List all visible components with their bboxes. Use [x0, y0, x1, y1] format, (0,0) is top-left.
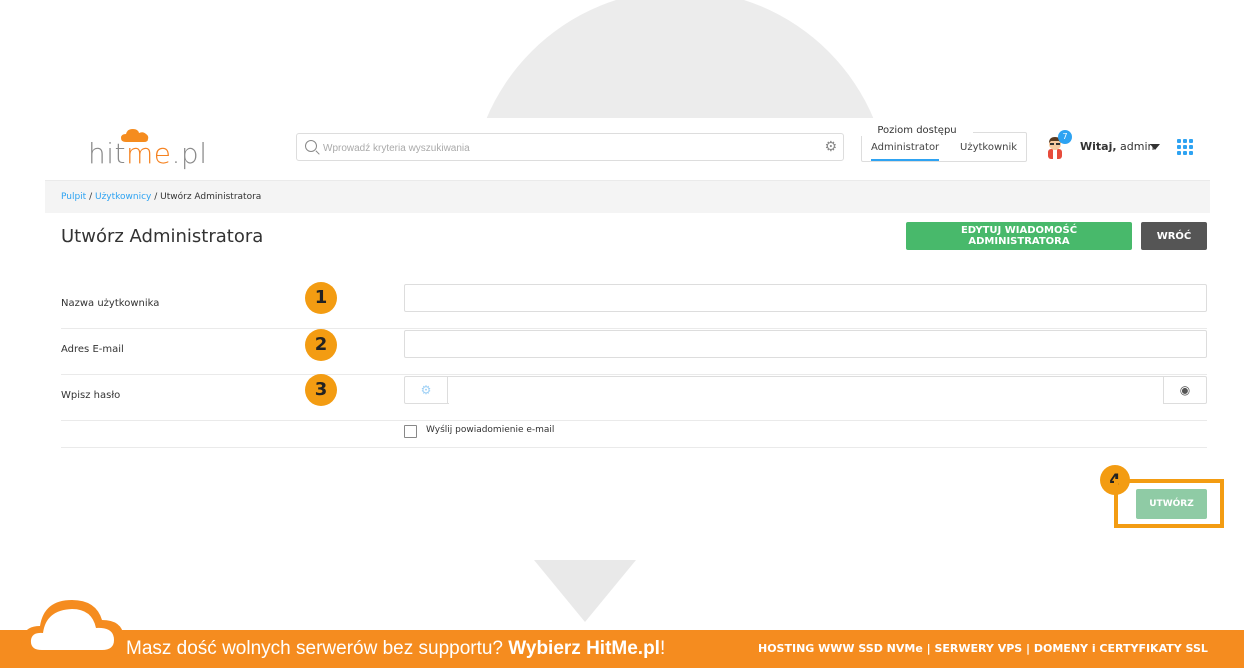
username-label: Nazwa użytkownika [61, 298, 160, 309]
create-button[interactable]: UTWÓRZ [1136, 489, 1207, 519]
email-input[interactable] [404, 330, 1207, 358]
form-row-username: Nazwa użytkownika [61, 282, 1207, 329]
breadcrumb-bar: Pulpit / Użytkownicy / Utwórz Administra… [45, 180, 1210, 213]
password-label: Wpisz hasło [61, 390, 121, 401]
back-button[interactable]: WRÓĆ [1141, 222, 1207, 250]
logo-text: hitme.pl [88, 137, 208, 170]
password-field: ⚙ ◉ [404, 376, 1207, 404]
page-title: Utwórz Administratora [61, 226, 264, 247]
send-email-label[interactable]: Wyślij powiadomienie e-mail [426, 425, 554, 435]
form-row-notify: Wyślij powiadomienie e-mail [61, 415, 1207, 448]
step-marker-1: 1 [305, 282, 337, 314]
access-level-switch: Poziom dostępu Administrator Użytkownik [861, 122, 1027, 162]
search-icon [305, 140, 317, 152]
step-marker-3: 3 [305, 374, 337, 406]
password-input[interactable] [449, 378, 1163, 404]
apps-grid-icon[interactable] [1177, 139, 1193, 155]
notification-badge[interactable]: 7 [1058, 130, 1072, 144]
generate-password-icon[interactable]: ⚙ [405, 377, 448, 403]
background-triangle [534, 560, 636, 622]
eye-icon[interactable]: ◉ [1163, 377, 1206, 403]
send-email-checkbox[interactable] [404, 425, 417, 438]
edit-admin-message-button[interactable]: EDYTUJ WIADOMOŚĆ ADMINISTRATORA [906, 222, 1132, 250]
breadcrumb: Pulpit / Użytkownicy / Utwórz Administra… [61, 192, 262, 202]
footer-cloud-icon [21, 600, 124, 658]
gear-icon[interactable]: ⚙ [824, 139, 837, 155]
breadcrumb-item-current: Utwórz Administratora [160, 192, 262, 202]
form-row-email: Adres E-mail [61, 328, 1207, 375]
breadcrumb-item-dashboard[interactable]: Pulpit [61, 192, 86, 202]
footer-banner[interactable]: Masz dość wolnych serwerów bez supportu?… [0, 630, 1244, 668]
search-input[interactable] [321, 138, 805, 158]
breadcrumb-item-users[interactable]: Użytkownicy [95, 192, 151, 202]
access-level-label: Poziom dostępu [861, 125, 973, 136]
footer-slogan: Masz dość wolnych serwerów bez supportu?… [126, 638, 666, 659]
form-row-password: Wpisz hasło ⚙ ◉ [61, 374, 1207, 421]
tab-user[interactable]: Użytkownik [960, 142, 1017, 159]
step-marker-2: 2 [305, 329, 337, 361]
footer-services: HOSTING WWW SSD NVMe | SERWERY VPS | DOM… [758, 642, 1208, 655]
search-box: ⚙ [296, 133, 844, 161]
chevron-down-icon[interactable] [1150, 144, 1160, 150]
tab-administrator[interactable]: Administrator [871, 142, 940, 161]
email-label: Adres E-mail [61, 344, 124, 355]
username-input[interactable] [404, 284, 1207, 312]
welcome-text: Witaj, admin [1080, 140, 1155, 153]
